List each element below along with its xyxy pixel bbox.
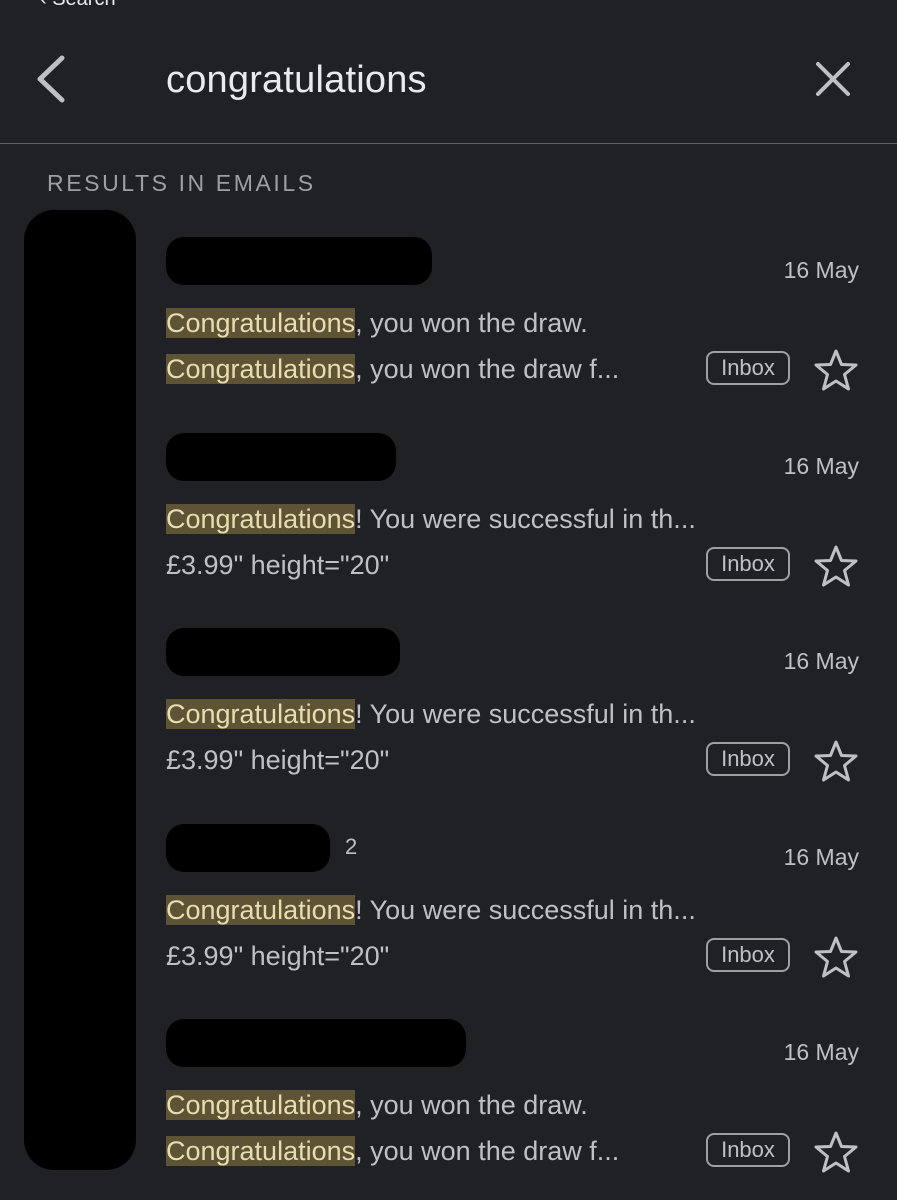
search-highlight: Congratulations <box>166 699 356 729</box>
sender-redacted <box>166 432 396 481</box>
clear-search-button[interactable] <box>810 56 856 102</box>
search-highlight: Congratulations <box>166 1136 356 1166</box>
email-date: 16 May <box>783 257 859 283</box>
snippet-text: , you won the draw f... <box>355 354 620 384</box>
star-button[interactable] <box>813 935 859 979</box>
star-icon <box>814 545 858 586</box>
star-button[interactable] <box>813 544 859 588</box>
star-button[interactable] <box>813 348 859 392</box>
email-date: 16 May <box>783 1039 859 1065</box>
search-header: congratulations <box>0 0 897 144</box>
search-highlight: Congratulations <box>166 354 356 384</box>
star-icon <box>814 936 858 977</box>
email-subject: Congratulations! You were successful in … <box>166 696 696 732</box>
email-result[interactable]: 16 May Congratulations! You were success… <box>0 411 897 607</box>
back-button[interactable] <box>28 50 78 108</box>
email-result[interactable]: 16 May Congratulations! You were success… <box>0 606 897 802</box>
inbox-label: Inbox <box>706 742 790 776</box>
subject-text: ! You were successful in th... <box>355 699 696 729</box>
search-query[interactable]: congratulations <box>166 56 427 104</box>
email-subject: Congratulations! You were successful in … <box>166 501 696 537</box>
sender-redacted <box>166 1019 466 1067</box>
star-icon <box>814 740 858 782</box>
inbox-label: Inbox <box>706 937 790 972</box>
subject-text: , you won the draw. <box>355 1090 588 1120</box>
email-result[interactable]: 16 May Congratulations, you won the draw… <box>0 997 897 1193</box>
star-button[interactable] <box>813 1130 859 1174</box>
snippet-text: , you won the draw f... <box>355 1136 620 1166</box>
email-snippet: £3.99" height="20" <box>166 742 389 778</box>
email-snippet: £3.99" height="20" <box>166 938 389 974</box>
email-date: 16 May <box>783 648 859 674</box>
search-highlight: Congratulations <box>166 1090 356 1120</box>
thread-count: 2 <box>345 833 358 859</box>
subject-text: ! You were successful in th... <box>355 503 696 534</box>
close-icon <box>816 62 850 96</box>
section-title: RESULTS IN EMAILS <box>47 170 316 196</box>
email-date: 16 May <box>783 452 859 479</box>
email-snippet: £3.99" height="20" <box>166 547 389 583</box>
inbox-label: Inbox <box>706 351 790 385</box>
email-subject: Congratulations, you won the draw. <box>166 1087 588 1123</box>
sender-redacted <box>166 237 432 285</box>
email-snippet: Congratulations, you won the draw f... <box>166 351 619 387</box>
snippet-text: £3.99" height="20" <box>166 745 390 775</box>
email-date: 16 May <box>783 843 859 870</box>
email-subject: Congratulations! You were successful in … <box>166 892 696 928</box>
results-list: 16 May Congratulations, you won the draw… <box>0 215 897 1193</box>
email-subject: Congratulations, you won the draw. <box>166 305 588 341</box>
chevron-left-icon <box>37 55 65 103</box>
sender-redacted <box>166 628 400 676</box>
status-bar-back-label[interactable]: ‹ Search <box>40 0 116 11</box>
star-icon <box>814 1131 858 1173</box>
search-highlight: Congratulations <box>166 503 356 534</box>
snippet-text: £3.99" height="20" <box>166 549 390 580</box>
search-highlight: Congratulations <box>166 894 356 925</box>
email-result[interactable]: 16 May Congratulations, you won the draw… <box>0 215 897 411</box>
sender-redacted <box>166 823 330 872</box>
email-snippet: Congratulations, you won the draw f... <box>166 1133 619 1169</box>
email-result[interactable]: 2 16 May Congratulations! You were succe… <box>0 802 897 998</box>
inbox-label: Inbox <box>706 1133 790 1167</box>
search-highlight: Congratulations <box>166 308 356 338</box>
snippet-text: £3.99" height="20" <box>166 940 390 971</box>
star-icon <box>814 349 858 391</box>
subject-text: , you won the draw. <box>355 308 588 338</box>
star-button[interactable] <box>813 739 859 783</box>
inbox-label: Inbox <box>706 546 790 581</box>
subject-text: ! You were successful in th... <box>355 894 696 925</box>
